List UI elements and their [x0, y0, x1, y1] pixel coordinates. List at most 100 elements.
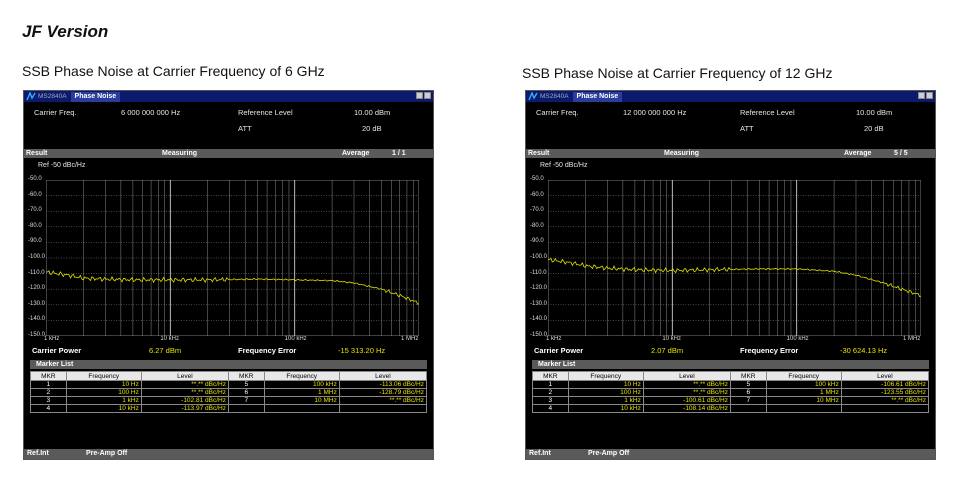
minimize-button[interactable]: [416, 92, 423, 99]
marker-cell-level: -102.81 dBc/Hz: [140, 396, 229, 405]
y-tick-label: -130.0: [28, 300, 46, 307]
window-controls: [918, 92, 933, 99]
col-header-mkr: MKR: [729, 371, 767, 381]
reference-level-value: 10.00 dBm: [354, 108, 391, 117]
marker-cell-number: [227, 404, 265, 413]
marker-cell-level: -123.55 dBc/Hz: [840, 388, 930, 397]
marker-cell-level: **.** dBc/Hz: [338, 396, 428, 405]
ref-level-label: Ref -50 dBc/Hz: [540, 162, 588, 169]
marker-cell-number: 3: [532, 396, 569, 405]
table-row: 31 kHz -102.81 dBc/Hz 7 10 MHz **.** dBc/Hz: [30, 396, 428, 405]
table-row: 1 10 Hz **.** dBc/Hz 5 100 kHz -106.61 dBc/Hz: [532, 380, 930, 389]
window-title: Phase Noise: [572, 91, 623, 102]
analyzer-screen-12ghz: MS2840A Phase Noise Carrier Freq. 12 000…: [525, 90, 936, 460]
caption-12ghz: SSB Phase Noise at Carrier Frequency of …: [522, 65, 833, 81]
marker-cell-frequency: 1 MHz: [765, 388, 842, 397]
y-tick-label: -70.0: [530, 207, 544, 214]
marker-cell-number: 6: [729, 388, 767, 397]
result-label: Result: [528, 150, 550, 157]
col-header-level: Level: [140, 371, 229, 381]
minimize-button[interactable]: [918, 92, 925, 99]
y-tick-label: -50.0: [530, 176, 544, 182]
window-title: Phase Noise: [70, 91, 121, 102]
status-label: Measuring: [162, 150, 198, 157]
marker-cell-level: **.** dBc/Hz: [642, 388, 731, 397]
marker-cell-frequency: 100 kHz: [765, 380, 842, 389]
marker-cell-frequency: 10 Hz: [567, 380, 644, 389]
marker-list-bar: Marker List: [30, 360, 427, 369]
y-tick-label: -110.0: [28, 269, 45, 276]
col-header-frequency: Frequency: [263, 371, 340, 381]
marker-rows: 1 10 Hz **.** dBc/Hz 5 100 kHz -113.06 dBc/Hz…: [30, 380, 428, 413]
marker-cell-frequency: 1 kHz: [65, 396, 142, 405]
y-tick-label: -80.0: [530, 222, 544, 229]
y-tick-label: -50.0: [28, 176, 42, 182]
table-row: 4 10 kHz -113.97 dBc/Hz: [30, 404, 428, 413]
y-tick-label: -100.0: [28, 254, 46, 260]
y-tick-label: -120.0: [530, 285, 548, 292]
caption-6ghz: SSB Phase Noise at Carrier Frequency of …: [22, 63, 325, 79]
marker-cell-number: [729, 404, 767, 413]
plot-area: [46, 180, 419, 336]
result-bar: Result Measuring Average 5 / 5: [526, 149, 935, 158]
y-tick-label: -90.0: [530, 238, 544, 245]
table-row: 31 kHz -100.61 dBc/Hz 7 10 MHz **.** dBc/Hz: [532, 396, 930, 405]
marker-cell-number: 2: [30, 388, 67, 397]
marker-rows: 1 10 Hz **.** dBc/Hz 5 100 kHz -106.61 dBc/Hz…: [532, 380, 930, 413]
marker-cell-number: 3: [30, 396, 67, 405]
marker-cell-frequency: 100 Hz: [567, 388, 644, 397]
col-header-mkr: MKR: [30, 371, 67, 381]
phase-noise-graph: Ref -50 dBc/Hz -50.0 -60.0 -70.0 -80.0 -90.0…: [526, 158, 935, 342]
ref-int-label: Ref.Int: [529, 450, 551, 457]
marker-cell-level: -128.79 dBc/Hz: [338, 388, 428, 397]
y-tick-label: -80.0: [28, 222, 42, 229]
phase-noise-trace: [46, 270, 419, 305]
marker-table: MKR Frequency Level MKR Frequency Level …: [532, 371, 930, 413]
marker-cell-level: -106.61 dBc/Hz: [840, 380, 930, 389]
marker-list-bar: Marker List: [532, 360, 929, 369]
carrier-power-label: Carrier Power: [32, 346, 82, 355]
marker-cell-number: 1: [30, 380, 67, 389]
carrier-freq-label: Carrier Freq.: [536, 108, 579, 117]
measurement-results: Carrier Power 2.07 dBm Frequency Error -…: [526, 338, 935, 360]
marker-cell-level: [338, 404, 428, 413]
marker-cell-number: 4: [532, 404, 569, 413]
pre-amp-label: Pre-Amp Off: [86, 450, 128, 457]
marker-cell-frequency: [765, 404, 842, 413]
measurement-results: Carrier Power 6.27 dBm Frequency Error -…: [24, 338, 433, 360]
att-value: 20 dB: [362, 124, 382, 133]
table-row: 2 100 Hz **.** dBc/Hz 6 1 MHz -128.79 dBc/Hz: [30, 388, 428, 397]
marker-cell-frequency: 10 MHz: [263, 396, 340, 405]
marker-cell-level: -113.97 dBc/Hz: [140, 404, 229, 413]
marker-cell-number: 7: [729, 396, 767, 405]
marker-cell-number: 5: [729, 380, 767, 389]
carrier-power-label: Carrier Power: [534, 346, 584, 355]
marker-cell-number: 2: [532, 388, 569, 397]
ref-int-label: Ref.Int: [27, 450, 49, 457]
frequency-error-label: Frequency Error: [740, 346, 799, 355]
table-row: 2 100 Hz **.** dBc/Hz 6 1 MHz -123.55 dBc/Hz: [532, 388, 930, 397]
y-tick-label: -140.0: [530, 316, 548, 323]
maximize-button[interactable]: [424, 92, 431, 99]
carrier-freq-value: 12 000 000 000 Hz: [623, 108, 687, 117]
marker-cell-frequency: [263, 404, 340, 413]
marker-cell-number: 6: [227, 388, 265, 397]
y-tick-label: -70.0: [28, 207, 42, 214]
table-row: 4 10 kHz -108.14 dBc/Hz: [532, 404, 930, 413]
maximize-button[interactable]: [926, 92, 933, 99]
section-heading: JF Version: [22, 22, 109, 41]
marker-cell-level: **.** dBc/Hz: [140, 388, 229, 397]
carrier-power-value: 6.27 dBm: [149, 346, 182, 355]
marker-cell-frequency: 10 MHz: [765, 396, 842, 405]
plot-area: [548, 180, 921, 336]
marker-cell-level: **.** dBc/Hz: [140, 380, 229, 389]
result-label: Result: [26, 150, 48, 157]
y-tick-label: -100.0: [530, 254, 548, 260]
frequency-error-value: -30 624.13 Hz: [840, 346, 888, 355]
col-header-level: Level: [338, 371, 428, 381]
marker-cell-frequency: 1 MHz: [263, 388, 340, 397]
marker-cell-frequency: 10 kHz: [65, 404, 142, 413]
ref-level-label: Ref -50 dBc/Hz: [38, 162, 86, 169]
marker-cell-number: 7: [227, 396, 265, 405]
frequency-error-value: -15 313.20 Hz: [338, 346, 386, 355]
